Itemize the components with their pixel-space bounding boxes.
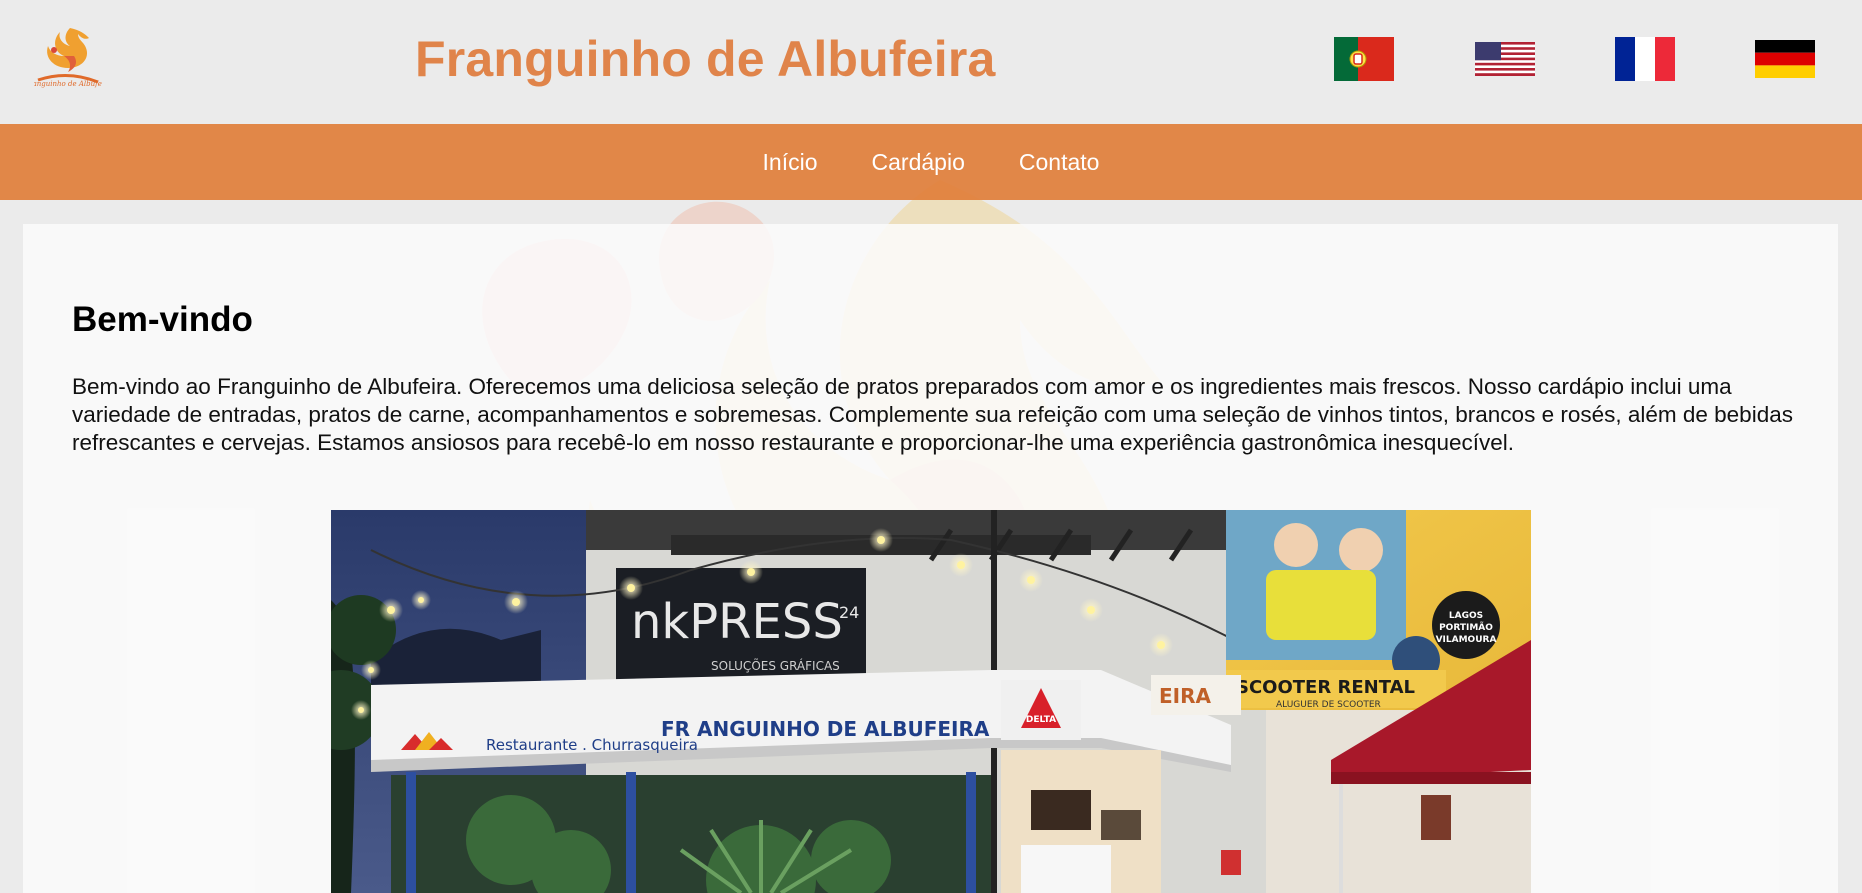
nav-item-cardapio[interactable]: Cardápio [872, 149, 965, 176]
badge-lagos: LAGOS [1449, 611, 1483, 621]
inkpress-subtitle: SOLUÇÕES GRÁFICAS [711, 658, 840, 673]
site-header: Franguinho de Albufeira Franguinho de Al… [0, 0, 1862, 124]
language-fr-button[interactable] [1615, 37, 1675, 81]
site-title: Franguinho de Albufeira [415, 31, 996, 87]
inkpress-sign: nkPRESS [631, 594, 843, 650]
restaurant-sign-name: FR ANGUINHO DE ALBUFEIRA [661, 717, 990, 741]
badge-vilamoura: VILAMOURA [1436, 635, 1497, 645]
language-en-button[interactable] [1475, 42, 1535, 76]
main-nav: Início Cardápio Contato [0, 124, 1862, 200]
language-de-button[interactable] [1755, 40, 1815, 78]
restaurant-photo: nkPRESS 24 SOLUÇÕES GRÁFICAS LAGOS PORTI… [331, 510, 1531, 893]
page: Franguinho de Albufeira Franguinho de Al… [0, 0, 1862, 893]
rooster-logo-icon[interactable]: Franguinho de Albufeira [34, 24, 102, 90]
nav-item-inicio[interactable]: Início [763, 149, 818, 176]
france-flag-icon [1615, 37, 1675, 81]
germany-flag-icon [1755, 40, 1815, 78]
language-pt-button[interactable] [1334, 37, 1394, 81]
partial-wall-sign: EIRA [1159, 684, 1212, 708]
badge-portimao: PORTIMÃO [1439, 622, 1493, 633]
welcome-heading: Bem-vindo [72, 300, 253, 339]
usa-flag-icon [1475, 42, 1535, 76]
portugal-flag-icon [1334, 37, 1394, 81]
inkpress-number: 24 [839, 603, 859, 622]
welcome-text: Bem-vindo ao Franguinho de Albufeira. Of… [72, 374, 1793, 455]
scooter-rental-sign: SCOOTER RENTAL [1236, 677, 1415, 698]
nav-item-contato[interactable]: Contato [1019, 149, 1100, 176]
logo-text: Franguinho de Albufeira [34, 80, 102, 88]
delta-sign: DELTA [1026, 715, 1056, 725]
scooter-rental-subtitle: ALUGUER DE SCOOTER [1276, 700, 1381, 710]
